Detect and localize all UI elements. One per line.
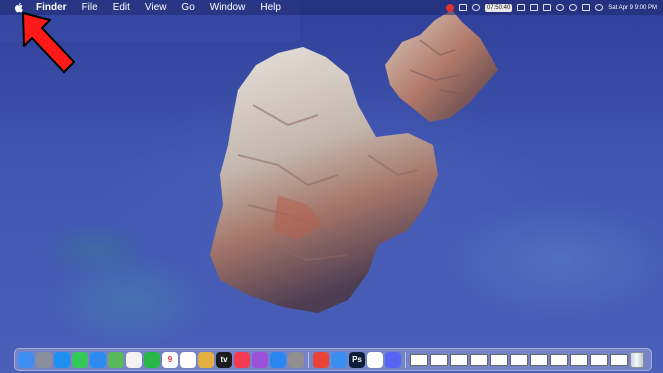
dock-finder-icon[interactable]	[18, 351, 34, 368]
dock-separator	[308, 351, 309, 368]
dock-cloud-app-icon[interactable]	[331, 351, 347, 368]
dock-chrome-icon[interactable]	[313, 351, 329, 368]
dock-minimized-window[interactable]	[450, 353, 468, 366]
menu-go[interactable]: Go	[181, 0, 194, 15]
dock: 9 tv Ps	[14, 348, 652, 371]
dock-slack-icon[interactable]	[367, 351, 383, 368]
dock-notes-icon[interactable]	[198, 351, 214, 368]
dock-minimized-window[interactable]	[490, 353, 508, 366]
screen-record-icon[interactable]	[445, 3, 454, 12]
dock-discord-icon[interactable]	[385, 351, 401, 368]
dock-messages-icon[interactable]	[72, 351, 88, 368]
timer-badge[interactable]: 07:50:40	[484, 3, 513, 12]
dock-podcasts-icon[interactable]	[252, 351, 268, 368]
dock-minimized-window[interactable]	[510, 353, 528, 366]
dock-minimized-window[interactable]	[550, 353, 568, 366]
dock-minimized-window[interactable]	[410, 353, 428, 366]
menu-view[interactable]: View	[145, 0, 167, 15]
dock-photoshop-icon[interactable]: Ps	[349, 351, 365, 368]
clock-datetime[interactable]: Sat Apr 9 9:00 PM	[608, 5, 657, 11]
dock-app-store-icon[interactable]	[270, 351, 286, 368]
dock-minimized-window[interactable]	[430, 353, 448, 366]
dock-mail-icon[interactable]	[90, 351, 106, 368]
status-area: 07:50:40 Sat Apr 9 9:00 PM	[445, 0, 657, 15]
battery-icon[interactable]	[530, 4, 539, 11]
dock-minimized-window[interactable]	[610, 353, 628, 366]
dock-separator	[405, 351, 406, 368]
dock-launchpad-icon[interactable]	[36, 351, 52, 368]
circle-status-icon[interactable]	[471, 4, 480, 11]
dock-safari-icon[interactable]	[54, 351, 70, 368]
dock-minimized-window[interactable]	[470, 353, 488, 366]
menu-bar: Finder File Edit View Go Window Help 07:…	[0, 0, 663, 15]
keyboard-icon[interactable]	[543, 4, 552, 11]
dock-music-icon[interactable]	[234, 351, 250, 368]
annotation-arrow-icon	[22, 12, 75, 73]
display-icon[interactable]	[517, 4, 526, 11]
dock-facetime-icon[interactable]	[144, 351, 160, 368]
window-status-icon[interactable]	[458, 4, 467, 11]
siri-icon[interactable]	[595, 4, 604, 11]
wifi-icon[interactable]	[556, 4, 565, 11]
menu-window[interactable]: Window	[210, 0, 246, 15]
dock-minimized-window[interactable]	[570, 353, 588, 366]
menu-file[interactable]: File	[82, 0, 98, 15]
dock-minimized-window[interactable]	[530, 353, 548, 366]
dock-calendar-icon[interactable]: 9	[162, 351, 178, 368]
dock-photos-icon[interactable]	[126, 351, 142, 368]
search-icon[interactable]	[569, 4, 578, 11]
wallpaper-rock-large	[210, 47, 438, 313]
control-center-icon[interactable]	[582, 4, 591, 11]
dock-minimized-window[interactable]	[590, 353, 608, 366]
dock-trash-icon[interactable]	[630, 351, 644, 368]
dock-apple-tv-icon[interactable]: tv	[216, 351, 232, 368]
menu-help[interactable]: Help	[260, 0, 281, 15]
dock-settings-icon[interactable]	[288, 351, 304, 368]
menu-edit[interactable]: Edit	[113, 0, 130, 15]
dock-maps-icon[interactable]	[108, 351, 124, 368]
dock-reminders-icon[interactable]	[180, 351, 196, 368]
